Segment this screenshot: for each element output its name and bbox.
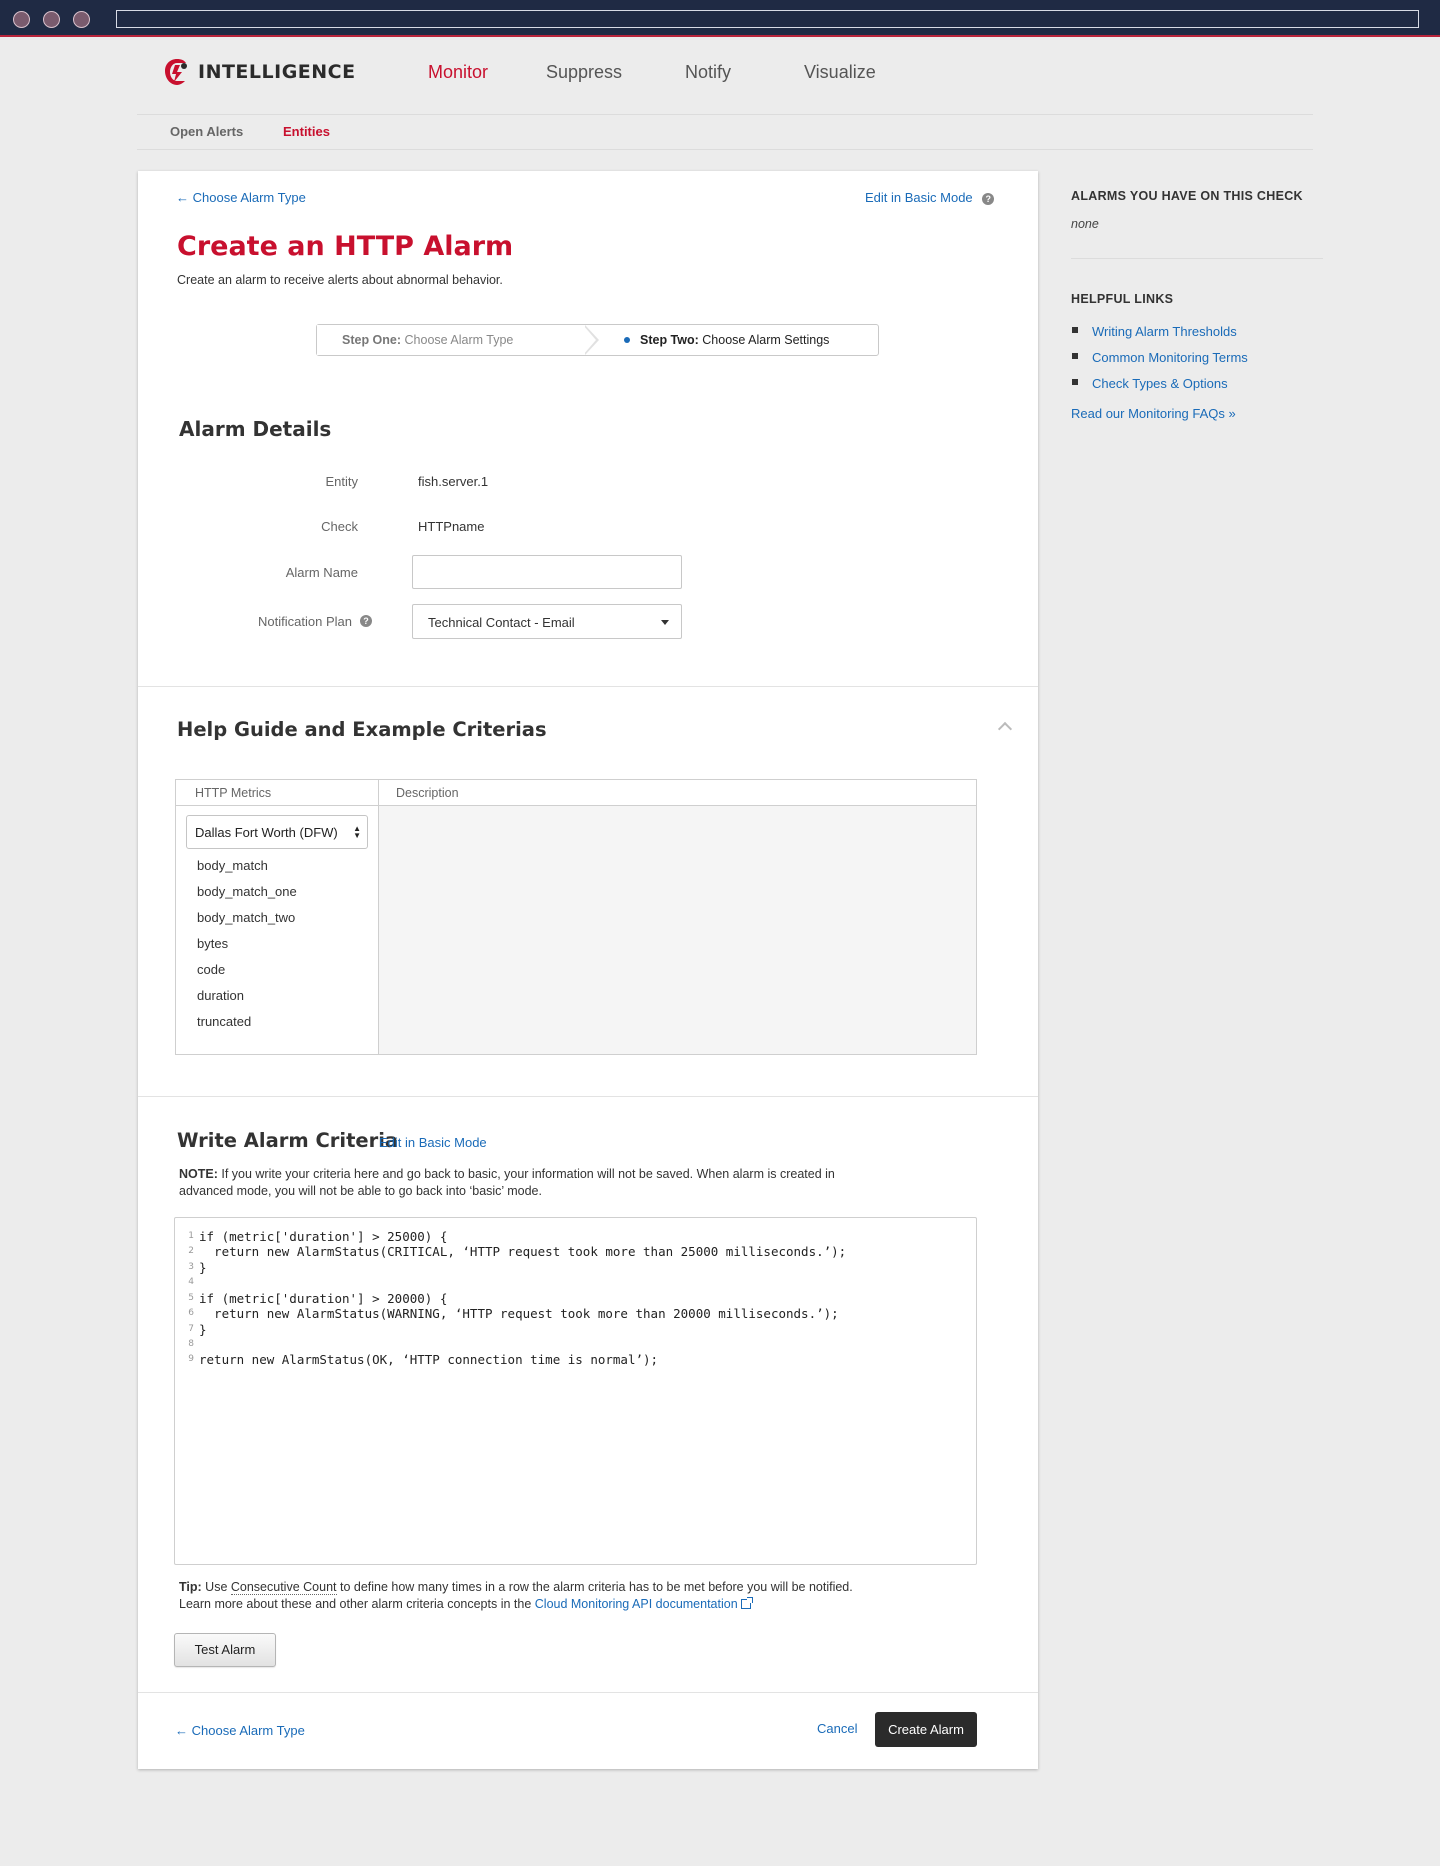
test-alarm-button[interactable]: Test Alarm [174, 1633, 276, 1667]
close-window-button[interactable] [13, 11, 30, 28]
step-indicator: Step One: Choose Alarm Type Step Two: Ch… [316, 324, 879, 356]
help-guide-title: Help Guide and Example Criterias [177, 718, 547, 741]
notification-help-icon[interactable]: ? [360, 615, 372, 627]
external-link-icon [740, 1597, 753, 1609]
region-select[interactable]: Dallas Fort Worth (DFW) ▲ ▼ [186, 815, 368, 849]
link-check-types-options[interactable]: Check Types & Options [1092, 376, 1228, 391]
criteria-tip: Tip: Use Consecutive Count to define how… [179, 1580, 853, 1611]
step-two-text: Choose Alarm Settings [702, 333, 830, 347]
section-divider [138, 1096, 1038, 1097]
step-one[interactable]: Step One: Choose Alarm Type [317, 325, 589, 355]
api-documentation-link[interactable]: Cloud Monitoring API documentation [535, 1597, 738, 1611]
metrics-table: HTTP Metrics Dallas Fort Worth (DFW) ▲ ▼ … [175, 779, 977, 1055]
code-line: 5 if (metric['duration'] > 20000) { [188, 1291, 448, 1306]
metric-item[interactable]: body_match_one [197, 884, 297, 899]
section-divider [138, 686, 1038, 687]
entity-label: Entity [325, 474, 358, 489]
brand-logo[interactable]: INTELLIGENCE [164, 57, 356, 87]
description-column: Description [379, 780, 976, 1054]
notification-plan-label: Notification Plan [258, 614, 352, 629]
alarm-details-title: Alarm Details [179, 417, 332, 441]
criteria-edit-basic-link[interactable]: Edit in Basic Mode [379, 1135, 487, 1150]
code-line: 8 [188, 1339, 194, 1349]
description-column-header: Description [396, 786, 459, 800]
note-label: NOTE: [179, 1167, 218, 1181]
link-common-monitoring-terms[interactable]: Common Monitoring Terms [1092, 350, 1248, 365]
consecutive-count-term[interactable]: Consecutive Count [230, 1580, 337, 1595]
code-line: 1 if (metric['duration'] > 25000) { [188, 1229, 448, 1244]
code-line: 3} [188, 1260, 207, 1275]
create-alarm-card: ← Choose Alarm Type Edit in Basic Mode ?… [138, 171, 1038, 1769]
step-one-text: Choose Alarm Type [404, 333, 514, 347]
nav-visualize[interactable]: Visualize [804, 62, 876, 83]
region-select-value: Dallas Fort Worth (DFW) [195, 825, 338, 840]
metric-item[interactable]: truncated [197, 1014, 251, 1029]
bullet-icon [1072, 353, 1078, 359]
metric-item[interactable]: body_match_two [197, 910, 295, 925]
current-step-dot-icon [624, 337, 630, 343]
nav-notify[interactable]: Notify [685, 62, 731, 83]
sub-nav: Open Alerts Entities [137, 114, 1313, 150]
logo-icon [165, 59, 187, 85]
write-criteria-title: Write Alarm Criteria [177, 1129, 399, 1152]
step-one-label: Step One: [342, 333, 402, 347]
link-monitoring-faqs[interactable]: Read our Monitoring FAQs » [1071, 406, 1236, 421]
subnav-open-alerts[interactable]: Open Alerts [170, 124, 243, 139]
footer-back-choose-alarm-type-link[interactable]: ← Choose Alarm Type [175, 1723, 305, 1738]
criteria-code-editor[interactable]: 1 if (metric['duration'] > 25000) { 2 ret… [174, 1217, 977, 1565]
entity-value: fish.server.1 [418, 474, 489, 489]
edit-basic-mode-label: Edit in Basic Mode [865, 190, 973, 205]
metric-item[interactable]: body_match [197, 858, 268, 873]
helpful-links-title: HELPFUL LINKS [1071, 292, 1174, 306]
code-line: 4 [188, 1277, 194, 1287]
sidebar-divider [1071, 258, 1323, 259]
metric-item[interactable]: bytes [197, 936, 228, 951]
collapse-chevron-up-icon[interactable] [997, 721, 1013, 737]
chevron-down-icon [661, 620, 669, 625]
note-text: If you write your criteria here and go b… [179, 1167, 835, 1198]
step-two-label: Step Two: [640, 333, 699, 347]
minimize-window-button[interactable] [43, 11, 60, 28]
check-value: HTTPname [418, 519, 485, 534]
code-line: 6 return new AlarmStatus(WARNING, ‘HTTP … [188, 1306, 839, 1321]
notification-plan-value: Technical Contact - Email [428, 615, 575, 630]
advanced-mode-note: NOTE: If you write your criteria here an… [179, 1166, 879, 1200]
edit-basic-mode-link[interactable]: Edit in Basic Mode ? [865, 190, 995, 205]
section-divider [138, 1692, 1038, 1693]
select-arrows-icon: ▲ ▼ [353, 824, 361, 840]
page-title: Create an HTTP Alarm [177, 231, 514, 262]
page-subtitle: Create an alarm to receive alerts about … [177, 273, 503, 287]
link-writing-alarm-thresholds[interactable]: Writing Alarm Thresholds [1092, 324, 1237, 339]
code-line: 2 return new AlarmStatus(CRITICAL, ‘HTTP… [188, 1244, 847, 1259]
maximize-window-button[interactable] [73, 11, 90, 28]
alarm-name-input[interactable] [412, 555, 682, 589]
code-line: 9 return new AlarmStatus(OK, ‘HTTP connec… [188, 1352, 659, 1367]
code-line: 7} [188, 1322, 207, 1337]
cancel-button[interactable]: Cancel [817, 1721, 857, 1736]
nav-suppress[interactable]: Suppress [546, 62, 622, 83]
check-label: Check [321, 519, 358, 534]
bullet-icon [1072, 379, 1078, 385]
nav-monitor[interactable]: Monitor [428, 62, 488, 83]
create-alarm-button[interactable]: Create Alarm [875, 1712, 977, 1747]
alarm-name-label: Alarm Name [285, 565, 358, 580]
metric-item[interactable]: duration [197, 988, 244, 1003]
notification-plan-select[interactable]: Technical Contact - Email [412, 604, 682, 639]
address-bar[interactable] [116, 10, 1419, 28]
browser-toolbar [0, 0, 1440, 37]
alarms-on-check-value: none [1071, 217, 1099, 231]
metric-item[interactable]: code [197, 962, 225, 977]
help-icon[interactable]: ? [982, 192, 995, 205]
tip-label: Tip: [179, 1580, 202, 1594]
metrics-column-header: HTTP Metrics [195, 786, 272, 800]
brand-name: INTELLIGENCE [198, 61, 356, 83]
metrics-column: HTTP Metrics Dallas Fort Worth (DFW) ▲ ▼ … [176, 780, 379, 1054]
bullet-icon [1072, 327, 1078, 333]
subnav-entities[interactable]: Entities [283, 124, 330, 139]
alarms-on-check-title: ALARMS YOU HAVE ON THIS CHECK [1071, 189, 1303, 203]
back-choose-alarm-type-link[interactable]: ← Choose Alarm Type [176, 190, 306, 205]
